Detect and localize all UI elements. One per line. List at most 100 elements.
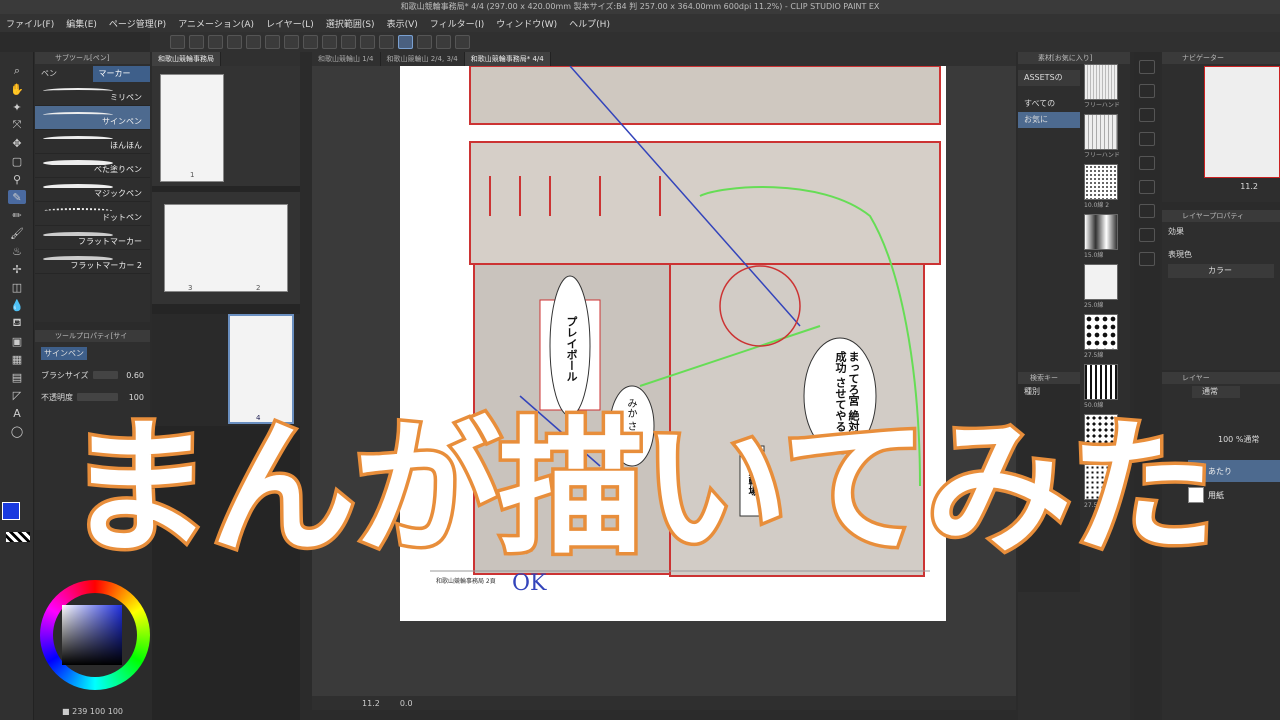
undo-icon[interactable] <box>227 35 242 49</box>
search-icon[interactable] <box>1139 204 1155 218</box>
favorites-item[interactable]: お気に <box>1018 112 1080 128</box>
navigator-preview[interactable] <box>1204 66 1280 178</box>
saturation-value-square[interactable] <box>62 605 122 665</box>
tab-pen[interactable]: ペン <box>35 66 93 82</box>
save-icon[interactable] <box>208 35 223 49</box>
page-row: 1 <box>152 66 300 186</box>
brush-label: フラットマーカー 2 <box>70 261 142 270</box>
material-swatch[interactable] <box>1084 314 1118 350</box>
layer-icon[interactable] <box>1139 108 1155 122</box>
brush-item[interactable]: フラットマーカー <box>35 226 150 250</box>
move-icon[interactable]: ✥ <box>8 136 26 150</box>
navigator-panel: ナビゲーター 11.2 <box>1162 52 1280 202</box>
brush-item[interactable]: ミリペン <box>35 82 150 106</box>
menu-view[interactable]: 表示(V) <box>387 17 418 30</box>
settings-icon[interactable] <box>455 35 470 49</box>
brush-item[interactable]: サインペン <box>35 106 150 130</box>
spread-thumbnail[interactable] <box>164 204 288 292</box>
brush-label: ほんほん <box>110 141 142 150</box>
pen-icon[interactable]: ✎ <box>8 190 26 204</box>
menu-layer[interactable]: レイヤー(L) <box>266 17 314 30</box>
material-swatch[interactable] <box>1084 114 1118 150</box>
material-swatch[interactable] <box>1084 64 1118 100</box>
subtool-panel: サブツール[ペン] ペン マーカー ミリペン サインペン ほんほん べた塗りペン… <box>35 52 150 322</box>
tab-marker[interactable]: マーカー <box>92 66 150 82</box>
command-bar <box>150 32 1280 52</box>
tab-document-1[interactable]: 和歌山競輪山 1/4 <box>312 52 381 66</box>
angle-value[interactable]: 0.0 <box>400 699 413 708</box>
material-label: 25.0線 <box>1084 302 1104 309</box>
menu-animation[interactable]: アニメーション(A) <box>178 17 254 30</box>
eraser-icon[interactable]: ◫ <box>8 280 26 294</box>
all-materials-item[interactable]: すべての <box>1018 96 1080 112</box>
clear-icon[interactable] <box>284 35 299 49</box>
material-swatch[interactable] <box>1084 214 1118 250</box>
color-readout: ■ 239 100 100 <box>62 707 123 716</box>
layer-move-icon[interactable]: ⤧ <box>8 118 26 132</box>
figure-icon[interactable]: ▦ <box>8 352 26 366</box>
tab-document-3[interactable]: 和歌山競輪事務局* 4/4 <box>464 52 551 66</box>
decoration-icon[interactable]: ✢ <box>8 262 26 276</box>
close-panel-icon[interactable] <box>1139 252 1155 266</box>
redo-icon[interactable] <box>246 35 261 49</box>
frame-icon[interactable]: ▤ <box>8 370 26 384</box>
selection-rect-icon[interactable]: ▢ <box>8 154 26 168</box>
fill-icon[interactable] <box>303 35 318 49</box>
info-icon[interactable] <box>1139 180 1155 194</box>
brush-item[interactable]: ドットペン <box>35 202 150 226</box>
menu-edit[interactable]: 編集(E) <box>66 17 97 30</box>
brush-item[interactable]: マジックペン <box>35 178 150 202</box>
layer-property-header: レイヤープロパティ <box>1162 210 1280 222</box>
page-thumbnail[interactable] <box>160 74 224 182</box>
menu-page[interactable]: ページ管理(P) <box>109 17 166 30</box>
navigator-zoom[interactable]: 11.2 <box>1162 182 1280 196</box>
history-icon[interactable] <box>1139 156 1155 170</box>
zoom-value[interactable]: 11.2 <box>362 699 380 708</box>
brush-item[interactable]: べた塗りペン <box>35 154 150 178</box>
property-icon[interactable] <box>1139 132 1155 146</box>
blend-icon[interactable]: 💧 <box>8 298 26 312</box>
transform-icon[interactable] <box>322 35 337 49</box>
menu-window[interactable]: ウィンドウ(W) <box>496 17 557 30</box>
brush-item[interactable]: ほんほん <box>35 130 150 154</box>
airbrush-icon[interactable]: ♨ <box>8 244 26 258</box>
snap-ruler-icon[interactable] <box>398 35 413 49</box>
eyedropper-icon[interactable]: ⚲ <box>8 172 26 186</box>
tool-name: サインペン <box>41 346 87 360</box>
pencil-icon[interactable]: ✏ <box>8 208 26 222</box>
deselect-icon[interactable] <box>341 35 356 49</box>
snap-special-icon[interactable] <box>417 35 432 49</box>
material-swatch[interactable] <box>1084 164 1118 200</box>
menu-file[interactable]: ファイル(F) <box>6 17 54 30</box>
tool-property-header: ツールプロパティ[サイ <box>35 330 150 342</box>
new-file-icon[interactable] <box>170 35 185 49</box>
invert-selection-icon[interactable] <box>360 35 375 49</box>
menu-help[interactable]: ヘルプ(H) <box>569 17 610 30</box>
material-label: フリーハンド <box>1084 102 1120 109</box>
material-label: フリーハンド <box>1084 152 1120 159</box>
material-icon[interactable] <box>1139 84 1155 98</box>
snap-grid-icon[interactable] <box>436 35 451 49</box>
window-title: 和歌山競輪事務局* 4/4 (297.00 x 420.00mm 製本サイズ:B… <box>0 0 1280 14</box>
fill-bucket-icon[interactable]: ⛾ <box>8 316 26 330</box>
expression-color-select[interactable]: カラー <box>1168 264 1274 278</box>
selection-icon[interactable] <box>379 35 394 49</box>
page-row: 3 2 <box>152 192 300 304</box>
brush-item[interactable]: フラットマーカー 2 <box>35 250 150 274</box>
menu-filter[interactable]: フィルター(I) <box>430 17 485 30</box>
tab-page-manager[interactable]: 和歌山競輪事務局 <box>152 52 221 66</box>
hand-icon[interactable]: ✋ <box>8 82 26 96</box>
brush-label: マジックペン <box>94 189 142 198</box>
menu-selection[interactable]: 選択範囲(S) <box>326 17 375 30</box>
material-swatch[interactable] <box>1084 264 1118 300</box>
zoom-icon[interactable]: ⌕ <box>8 64 26 78</box>
loading-icon[interactable] <box>265 35 280 49</box>
gradient-icon[interactable]: ▣ <box>8 334 26 348</box>
tab-document-2[interactable]: 和歌山競輪山 2/4, 3/4 <box>381 52 465 66</box>
open-folder-icon[interactable] <box>189 35 204 49</box>
brush-icon[interactable]: 🖌 <box>8 226 26 240</box>
navigator-icon[interactable] <box>1139 60 1155 74</box>
assets-item[interactable]: ASSETSの <box>1018 70 1080 86</box>
operation-icon[interactable]: ✦ <box>8 100 26 114</box>
timeline-icon[interactable] <box>1139 228 1155 242</box>
